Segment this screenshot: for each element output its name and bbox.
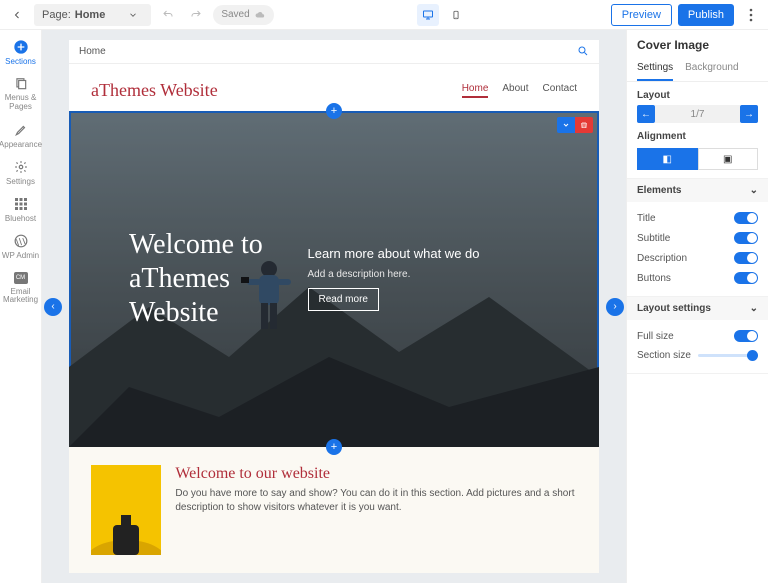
nav-contact[interactable]: Contact xyxy=(543,83,577,98)
hero-title: Welcome to aThemes Website xyxy=(129,228,308,329)
element-subtitle-row: Subtitle xyxy=(637,228,758,248)
rail-wpadmin[interactable]: WP Admin xyxy=(0,228,42,265)
stage-next-button[interactable]: › xyxy=(606,298,624,316)
align-left-button[interactable]: ◧ xyxy=(637,148,698,170)
page-name: Home xyxy=(75,9,106,21)
tab-settings[interactable]: Settings xyxy=(637,56,673,81)
hero-subtitle: Learn more about what we do xyxy=(308,246,560,261)
layout-settings-header[interactable]: Layout settings⌄ xyxy=(627,297,768,320)
rail-bluehost[interactable]: Bluehost xyxy=(0,191,42,228)
saved-label: Saved xyxy=(221,9,249,20)
undo-button[interactable] xyxy=(157,4,179,26)
hero-section[interactable]: + + Welcome to aThemes Website Learn mor… xyxy=(69,111,599,447)
layout-prev-button[interactable]: ← xyxy=(637,105,655,123)
mobile-view-button[interactable] xyxy=(445,4,467,26)
side-panel: Cover Image Settings Background Layout ←… xyxy=(626,30,768,583)
welcome-text: Welcome to our website Do you have more … xyxy=(175,465,577,555)
cm-icon: CM xyxy=(13,270,29,286)
layout-settings-section: Layout settings⌄ Full size Section size xyxy=(627,297,768,374)
rail-menus-pages[interactable]: Menus & Pages xyxy=(0,71,42,117)
stage-area: ‹ › Home aThemes Website Home About Cont… xyxy=(42,30,626,583)
nav-about[interactable]: About xyxy=(502,83,528,98)
site-nav: Home About Contact xyxy=(462,83,577,98)
publish-button[interactable]: Publish xyxy=(678,4,734,26)
panel-tabs: Settings Background xyxy=(627,56,768,82)
welcome-section: Welcome to our website Do you have more … xyxy=(69,447,599,573)
elements-header[interactable]: Elements⌄ xyxy=(627,179,768,202)
section-size-row: Section size xyxy=(637,346,758,365)
rail-sections[interactable]: Sections xyxy=(0,34,42,71)
page-label: Page: xyxy=(42,9,71,21)
hero-readmore-button[interactable]: Read more xyxy=(308,288,379,311)
redo-button[interactable] xyxy=(185,4,207,26)
tab-background[interactable]: Background xyxy=(685,56,738,81)
breadcrumb: Home xyxy=(79,46,106,57)
full-size-row: Full size xyxy=(637,326,758,346)
welcome-body: Do you have more to say and show? You ca… xyxy=(175,487,577,515)
plus-circle-icon xyxy=(13,39,29,55)
layout-label: Layout xyxy=(637,90,758,101)
page-selector[interactable]: Page: Home xyxy=(34,4,151,26)
yellow-image xyxy=(91,465,161,555)
rail-email[interactable]: CMEmail Marketing xyxy=(0,265,42,311)
site-brand: aThemes Website xyxy=(91,80,218,101)
alignment-segment: ◧ ▣ xyxy=(637,148,758,170)
stage-header: Home xyxy=(69,40,599,64)
saved-indicator: Saved xyxy=(213,5,273,25)
cloud-icon xyxy=(254,10,266,20)
page-preview: Home aThemes Website Home About Contact … xyxy=(69,40,599,573)
layout-pager: ← 1/7 → xyxy=(637,105,758,123)
layout-indicator: 1/7 xyxy=(655,105,740,123)
brush-icon xyxy=(13,122,29,138)
preview-button[interactable]: Preview xyxy=(611,4,672,26)
layout-section: Layout ← 1/7 → Alignment ◧ ▣ xyxy=(627,82,768,179)
description-toggle[interactable] xyxy=(734,252,758,264)
more-button[interactable] xyxy=(740,4,762,26)
rail-settings[interactable]: Settings xyxy=(0,154,42,191)
alignment-label: Alignment xyxy=(637,131,758,142)
nav-home[interactable]: Home xyxy=(462,83,489,98)
topbar: Page: Home Saved Preview Publish xyxy=(0,0,768,30)
back-button[interactable] xyxy=(6,4,28,26)
chevron-down-icon: ⌄ xyxy=(750,185,758,196)
layout-next-button[interactable]: → xyxy=(740,105,758,123)
left-rail: Sections Menus & Pages Appearance Settin… xyxy=(0,30,42,583)
rail-appearance[interactable]: Appearance xyxy=(0,117,42,154)
element-description-row: Description xyxy=(637,248,758,268)
element-buttons-row: Buttons xyxy=(637,268,758,288)
element-title-row: Title xyxy=(637,208,758,228)
elements-section: Elements⌄ Title Subtitle Description But… xyxy=(627,179,768,297)
desktop-view-button[interactable] xyxy=(417,4,439,26)
pages-icon xyxy=(13,76,29,92)
grid-icon xyxy=(13,196,29,212)
chevron-down-icon: ⌄ xyxy=(750,303,758,314)
subtitle-toggle[interactable] xyxy=(734,232,758,244)
wordpress-icon xyxy=(13,233,29,249)
hero-left: Welcome to aThemes Website xyxy=(69,111,308,447)
panel-title: Cover Image xyxy=(627,30,768,56)
gear-icon xyxy=(13,159,29,175)
welcome-heading: Welcome to our website xyxy=(175,465,577,483)
section-size-slider[interactable] xyxy=(698,354,758,357)
full-size-toggle[interactable] xyxy=(734,330,758,342)
buttons-toggle[interactable] xyxy=(734,272,758,284)
chevron-down-icon xyxy=(123,10,143,20)
title-toggle[interactable] xyxy=(734,212,758,224)
align-center-button[interactable]: ▣ xyxy=(698,148,759,170)
hero-desc: Add a description here. xyxy=(308,269,560,280)
stage-prev-button[interactable]: ‹ xyxy=(44,298,62,316)
search-icon[interactable] xyxy=(577,45,589,57)
hero-right: Learn more about what we do Add a descri… xyxy=(308,111,600,447)
